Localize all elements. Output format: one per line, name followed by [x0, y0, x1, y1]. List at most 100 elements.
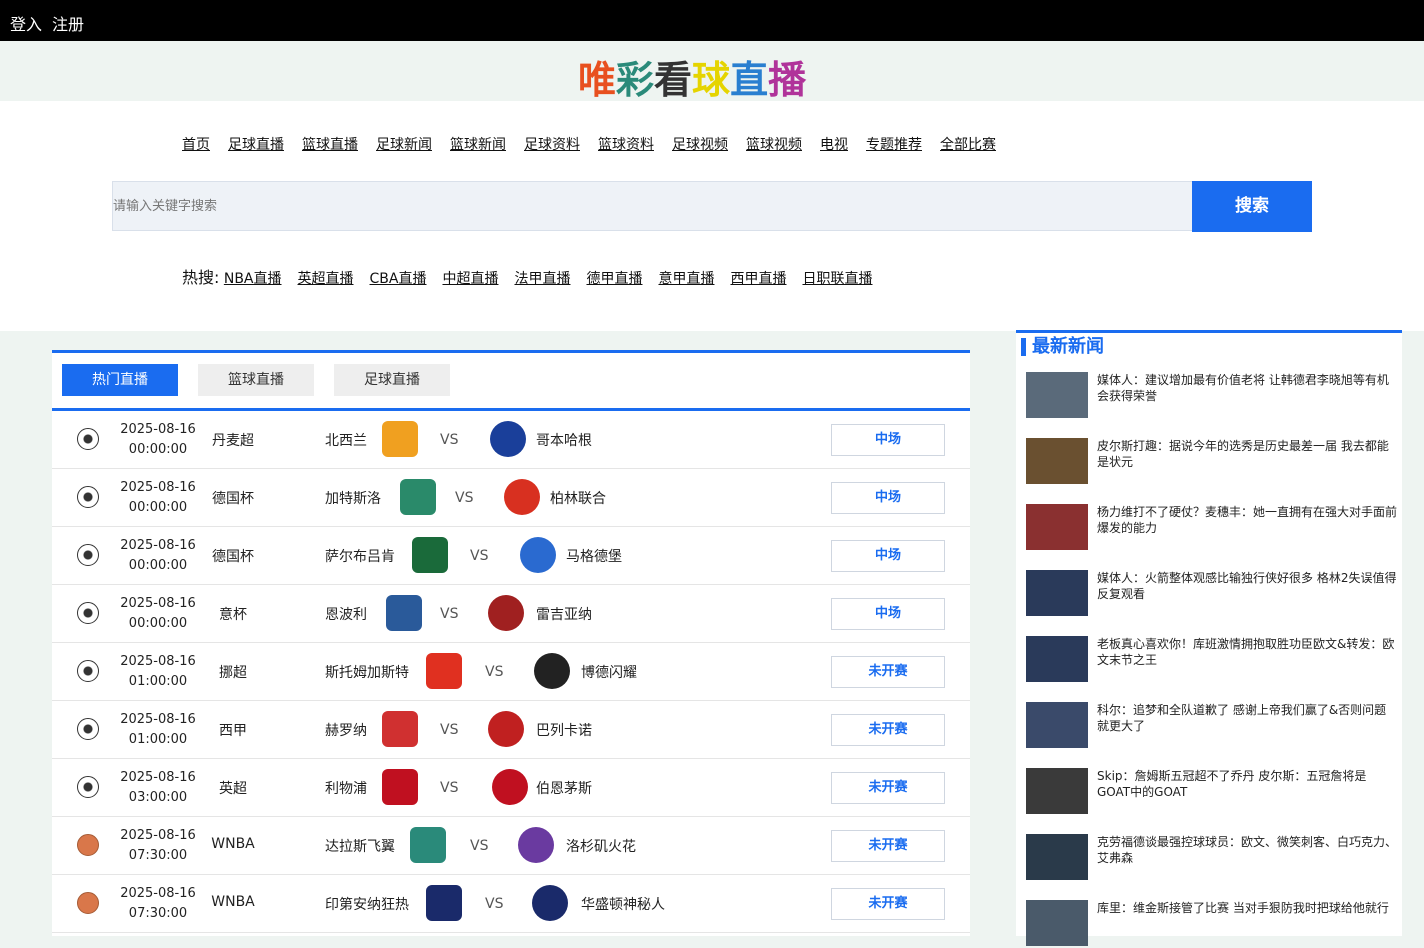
nav-link[interactable]: 足球视频 [672, 137, 728, 153]
match-status-button[interactable]: 未开赛 [831, 714, 945, 746]
news-thumbnail[interactable] [1026, 768, 1088, 814]
away-team[interactable]: 巴列卡诺 [536, 720, 592, 740]
home-team-logo [382, 711, 418, 747]
away-team[interactable]: 洛杉矶火花 [566, 836, 636, 856]
nav-link[interactable]: 篮球资料 [598, 137, 654, 153]
away-team[interactable]: 博德闪耀 [581, 662, 637, 682]
news-thumbnail[interactable] [1026, 636, 1088, 682]
hot-search-link[interactable]: 西甲直播 [730, 271, 786, 287]
match-status-button[interactable]: 未开赛 [831, 772, 945, 804]
news-title[interactable]: 杨力维打不了硬仗？麦穗丰：她一直拥有在强大对手面前爆发的能力 [1097, 504, 1397, 536]
hot-search-link[interactable]: 法甲直播 [514, 271, 570, 287]
home-team[interactable]: 恩波利 [325, 604, 367, 624]
away-team[interactable]: 雷吉亚纳 [536, 604, 592, 624]
match-status-button[interactable]: 未开赛 [831, 888, 945, 920]
match-time: 2025-08-16 00:00:00 [118, 594, 198, 634]
news-item[interactable]: 媒体人：火箭整体观感比输独行侠好很多 格林2失误值得反复观看 [1026, 570, 1402, 618]
main-nav: 首页 足球直播 篮球直播 足球新闻 篮球新闻 足球资料 篮球资料 足球视频 篮球视频 电视 专题推荐… [182, 134, 1014, 154]
news-item[interactable]: 媒体人：建议增加最有价值老将 让韩德君李晓旭等有机会获得荣誉 [1026, 372, 1402, 420]
match-row[interactable]: 2025-08-16 07:30:00 WNBA 印第安纳狂热 VS 华盛顿神秘人 未开赛 [52, 875, 970, 933]
match-date: 2025-08-16 [120, 422, 196, 437]
news-item[interactable]: 科尔：追梦和全队道歉了 感谢上帝我们赢了&否则问题就更大了 [1026, 702, 1402, 750]
away-team[interactable]: 伯恩茅斯 [536, 778, 592, 798]
register-link[interactable]: 注册 [52, 11, 84, 35]
away-team[interactable]: 华盛顿神秘人 [581, 894, 665, 914]
news-thumbnail[interactable] [1026, 900, 1088, 946]
news-item[interactable]: 皮尔斯打趣：据说今年的选秀是历史最差一届 我去都能是状元 [1026, 438, 1402, 486]
tab-basketball-live[interactable]: 篮球直播 [198, 364, 314, 396]
nav-link[interactable]: 篮球视频 [746, 137, 802, 153]
news-item[interactable]: 库里：维金斯接管了比赛 当对手狠防我时把球给他就行 [1026, 900, 1402, 948]
news-title[interactable]: 媒体人：火箭整体观感比输独行侠好很多 格林2失误值得反复观看 [1097, 570, 1397, 602]
news-sidebar: 最新新闻 媒体人：建议增加最有价值老将 让韩德君李晓旭等有机会获得荣誉 皮尔斯打趣… [1016, 330, 1402, 946]
home-team[interactable]: 印第安纳狂热 [325, 894, 409, 914]
home-team[interactable]: 加特斯洛 [325, 488, 381, 508]
away-team[interactable]: 哥本哈根 [536, 430, 592, 450]
match-status-button[interactable]: 中场 [831, 598, 945, 630]
hot-search-link[interactable]: 日职联直播 [802, 271, 872, 287]
news-thumbnail[interactable] [1026, 702, 1088, 748]
news-title[interactable]: 科尔：追梦和全队道歉了 感谢上帝我们赢了&否则问题就更大了 [1097, 702, 1397, 734]
away-team[interactable]: 柏林联合 [550, 488, 606, 508]
home-team[interactable]: 达拉斯飞翼 [325, 836, 395, 856]
nav-link[interactable]: 电视 [820, 137, 848, 153]
news-thumbnail[interactable] [1026, 438, 1088, 484]
match-time: 2025-08-16 00:00:00 [118, 536, 198, 576]
news-title[interactable]: 克劳福德谈最强控球球员：欧文、微笑刺客、白巧克力、艾弗森 [1097, 834, 1397, 866]
news-item[interactable]: 杨力维打不了硬仗？麦穗丰：她一直拥有在强大对手面前爆发的能力 [1026, 504, 1402, 552]
tab-football-live[interactable]: 足球直播 [334, 364, 450, 396]
tab-hot-live[interactable]: 热门直播 [62, 364, 178, 396]
nav-link[interactable]: 足球直播 [228, 137, 284, 153]
login-link[interactable]: 登入 [10, 11, 42, 35]
home-team[interactable]: 萨尔布吕肯 [325, 546, 395, 566]
nav-link[interactable]: 首页 [182, 137, 210, 153]
match-status-button[interactable]: 中场 [831, 424, 945, 456]
hot-search-link[interactable]: 德甲直播 [586, 271, 642, 287]
match-status-button[interactable]: 中场 [831, 482, 945, 514]
away-team[interactable]: 马格德堡 [566, 546, 622, 566]
hot-search-link[interactable]: CBA直播 [370, 271, 427, 287]
news-title[interactable]: 皮尔斯打趣：据说今年的选秀是历史最差一届 我去都能是状元 [1097, 438, 1397, 470]
match-row[interactable]: 2025-08-16 00:00:00 丹麦超 北西兰 VS 哥本哈根 中场 [52, 411, 970, 469]
news-item[interactable]: 老板真心喜欢你！库班激情拥抱取胜功臣欧文&转发：欧文末节之王 [1026, 636, 1402, 684]
match-row[interactable]: 2025-08-16 03:00:00 英超 利物浦 VS 伯恩茅斯 未开赛 [52, 759, 970, 817]
nav-link[interactable]: 专题推荐 [866, 137, 922, 153]
match-clock: 00:00:00 [128, 500, 188, 515]
hot-search-link[interactable]: 英超直播 [298, 271, 354, 287]
news-title[interactable]: 媒体人：建议增加最有价值老将 让韩德君李晓旭等有机会获得荣誉 [1097, 372, 1397, 404]
news-item[interactable]: 克劳福德谈最强控球球员：欧文、微笑刺客、白巧克力、艾弗森 [1026, 834, 1402, 882]
site-logo[interactable]: 唯彩看球直播 [578, 49, 806, 104]
hot-search-link[interactable]: 中超直播 [442, 271, 498, 287]
news-title[interactable]: Skip：詹姆斯五冠超不了乔丹 皮尔斯：五冠詹将是GOAT中的GOAT [1097, 768, 1397, 800]
home-team[interactable]: 利物浦 [325, 778, 367, 798]
soccer-ball-icon [77, 428, 99, 450]
news-item[interactable]: Skip：詹姆斯五冠超不了乔丹 皮尔斯：五冠詹将是GOAT中的GOAT [1026, 768, 1402, 816]
match-row[interactable]: 2025-08-16 00:00:00 德国杯 加特斯洛 VS 柏林联合 中场 [52, 469, 970, 527]
match-status-button[interactable]: 中场 [831, 540, 945, 572]
news-thumbnail[interactable] [1026, 570, 1088, 616]
news-thumbnail[interactable] [1026, 372, 1088, 418]
match-row[interactable]: 2025-08-16 01:00:00 西甲 赫罗纳 VS 巴列卡诺 未开赛 [52, 701, 970, 759]
nav-link[interactable]: 足球新闻 [376, 137, 432, 153]
nav-link[interactable]: 篮球直播 [302, 137, 358, 153]
news-title[interactable]: 老板真心喜欢你！库班激情拥抱取胜功臣欧文&转发：欧文末节之王 [1097, 636, 1397, 668]
nav-link[interactable]: 篮球新闻 [450, 137, 506, 153]
news-thumbnail[interactable] [1026, 504, 1088, 550]
hot-search-link[interactable]: 意甲直播 [658, 271, 714, 287]
search-button[interactable]: 搜索 [1192, 181, 1312, 232]
home-team[interactable]: 赫罗纳 [325, 720, 367, 740]
match-status-button[interactable]: 未开赛 [831, 830, 945, 862]
match-row[interactable]: 2025-08-16 00:00:00 德国杯 萨尔布吕肯 VS 马格德堡 中场 [52, 527, 970, 585]
nav-link[interactable]: 足球资料 [524, 137, 580, 153]
search-input[interactable]: 请输入关键字搜索 [112, 181, 1192, 231]
match-row[interactable]: 2025-08-16 07:30:00 WNBA 达拉斯飞翼 VS 洛杉矶火花 未开赛 [52, 817, 970, 875]
hot-search-link[interactable]: NBA直播 [224, 271, 282, 287]
home-team[interactable]: 北西兰 [325, 430, 367, 450]
match-row[interactable]: 2025-08-16 01:00:00 挪超 斯托姆加斯特 VS 博德闪耀 未开赛 [52, 643, 970, 701]
home-team[interactable]: 斯托姆加斯特 [325, 662, 409, 682]
nav-link[interactable]: 全部比赛 [940, 137, 996, 153]
match-status-button[interactable]: 未开赛 [831, 656, 945, 688]
match-row[interactable]: 2025-08-16 00:00:00 意杯 恩波利 VS 雷吉亚纳 中场 [52, 585, 970, 643]
news-title[interactable]: 库里：维金斯接管了比赛 当对手狠防我时把球给他就行 [1097, 900, 1397, 916]
news-thumbnail[interactable] [1026, 834, 1088, 880]
